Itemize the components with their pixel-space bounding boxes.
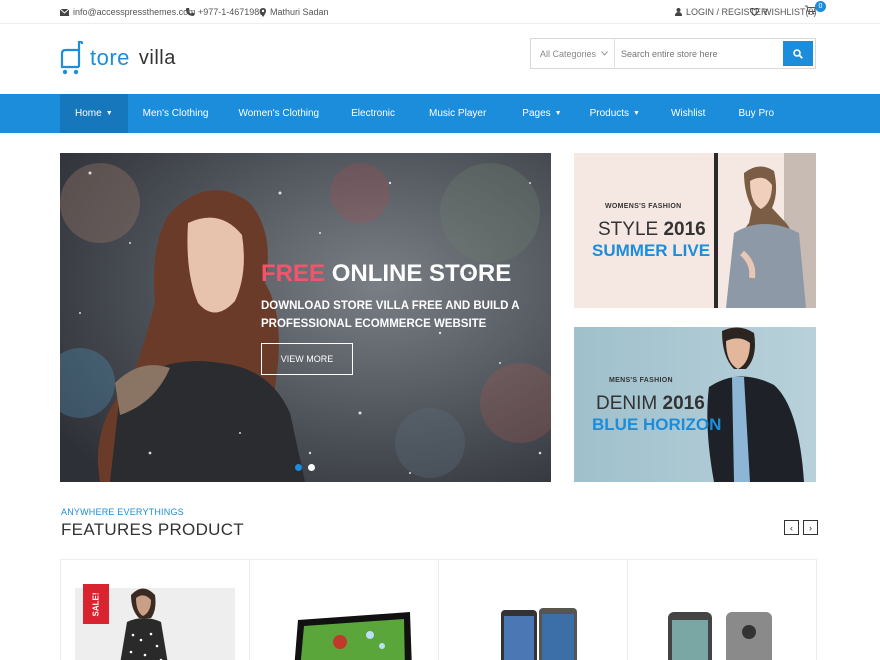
hero-title: FREE ONLINE STORE	[261, 260, 511, 288]
promo-subline: SUMMER LIVE	[592, 241, 711, 260]
promo-headline-word: STYLE	[598, 219, 659, 240]
nav-item-mens-clothing[interactable]: Men's Clothing	[128, 94, 224, 133]
cart-logo-icon	[60, 41, 84, 75]
nav-item-home[interactable]: Home ▼	[60, 94, 128, 133]
slider-dot-2[interactable]	[308, 464, 315, 471]
promo-headline: DENIM 2016	[596, 393, 705, 415]
promo-subline: BLUE HORIZON	[592, 415, 722, 434]
logo-store-text: tore	[90, 45, 130, 70]
promo-banner-womens[interactable]: WOMENS'S FASHION STYLE 2016 SUMMER LIVE	[574, 153, 816, 308]
sale-badge-text: SALE!	[91, 592, 101, 616]
promo-tag: WOMENS'S FASHION	[605, 203, 682, 210]
promo-tag: MENS'S FASHION	[609, 377, 673, 384]
phone-text: +977-1-4671980	[198, 7, 265, 17]
envelope-icon	[60, 8, 69, 16]
product-card[interactable]	[250, 560, 439, 660]
email-contact[interactable]: info@accesspressthemes.com	[60, 7, 196, 17]
hero-title-highlight: FREE	[261, 260, 326, 287]
promo-headline-year: 2016	[663, 219, 706, 240]
search-button[interactable]	[783, 41, 813, 66]
chevron-down-icon: ▼	[633, 110, 640, 117]
nav-label: Products	[589, 108, 630, 119]
phones-product-image	[501, 608, 577, 660]
promo-headline-year: 2016	[662, 393, 705, 414]
hero-title-rest: ONLINE STORE	[331, 260, 512, 287]
top-bar: info@accesspressthemes.com +977-1-467198…	[0, 0, 880, 24]
nav-item-buy-pro[interactable]: Buy Pro	[723, 94, 789, 133]
phone-icon	[186, 8, 194, 16]
nav-label: Wishlist	[670, 108, 706, 119]
product-card[interactable]	[439, 560, 628, 660]
nav-label: Men's Clothing	[142, 108, 209, 119]
cart-count-badge: 0	[815, 1, 826, 12]
sale-badge: SALE!	[83, 584, 109, 624]
carousel-next-button[interactable]: ›	[803, 520, 818, 535]
slider-pagination	[295, 464, 315, 471]
category-select[interactable]: All Categories	[531, 39, 615, 68]
section-kicker: ANYWHERE EVERYTHINGS	[61, 507, 184, 517]
nav-item-electronic[interactable]: Electronic	[334, 94, 412, 133]
chevron-down-icon: ▼	[105, 110, 113, 117]
nav-item-products[interactable]: Products ▼	[577, 94, 653, 133]
promo-banner-mens[interactable]: MENS'S FASHION DENIM 2016 BLUE HORIZON	[574, 327, 816, 482]
nav-label: Home	[75, 108, 102, 119]
nav-label: Music Player	[429, 108, 487, 119]
site-logo[interactable]: tore villa	[60, 40, 176, 76]
location-contact: Mathuri Sadan	[260, 7, 329, 17]
location-text: Mathuri Sadan	[270, 7, 329, 17]
search-input[interactable]	[615, 39, 781, 68]
map-marker-icon	[260, 7, 266, 17]
nav-label: Women's Clothing	[238, 108, 320, 119]
product-card[interactable]: SALE!	[61, 560, 250, 660]
hero-slider[interactable]: FREE ONLINE STORE DOWNLOAD STORE VILLA F…	[60, 153, 551, 482]
main-navigation: Home ▼ Men's Clothing Women's Clothing El…	[0, 94, 880, 133]
section-title: FEATURES PRODUCT	[61, 520, 244, 539]
search-bar: All Categories	[530, 38, 816, 69]
chevron-down-icon	[601, 51, 608, 56]
nav-item-womens-clothing[interactable]: Women's Clothing	[223, 94, 334, 133]
view-more-button[interactable]: VIEW MORE	[261, 343, 353, 375]
search-icon	[793, 48, 803, 59]
heart-icon	[750, 8, 759, 16]
nav-item-pages[interactable]: Pages ▼	[503, 94, 576, 133]
nav-label: Electronic	[351, 108, 396, 119]
logo-villa-text: villa	[138, 46, 176, 69]
nav-label: Buy Pro	[738, 108, 775, 119]
monitor-product-image	[294, 612, 412, 660]
product-card[interactable]	[628, 560, 816, 660]
phone-product-image	[668, 612, 772, 660]
carousel-prev-button[interactable]: ‹	[784, 520, 799, 535]
product-carousel: SALE!	[60, 559, 817, 660]
nav-item-wishlist[interactable]: Wishlist	[653, 94, 723, 133]
promo-headline-word: DENIM	[596, 393, 658, 414]
promo-headline: STYLE 2016	[598, 219, 706, 241]
email-text: info@accesspressthemes.com	[73, 7, 196, 17]
slider-dot-1[interactable]	[295, 464, 302, 471]
user-icon	[675, 8, 682, 16]
nav-item-music-player[interactable]: Music Player	[412, 94, 503, 133]
category-select-value: All Categories	[540, 48, 597, 59]
phone-contact[interactable]: +977-1-4671980	[186, 7, 264, 17]
chevron-down-icon: ▼	[554, 110, 562, 117]
hero-subtitle: DOWNLOAD STORE VILLA FREE AND BUILD A PR…	[261, 300, 520, 330]
nav-label: Pages	[522, 108, 551, 119]
